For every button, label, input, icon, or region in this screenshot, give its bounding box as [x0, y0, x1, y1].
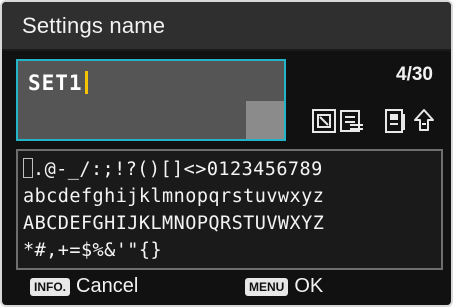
input-mode-icon[interactable]	[383, 108, 409, 134]
input-value-wrap: SET1	[28, 71, 88, 95]
char-row-lowercase[interactable]: abcdefghijklmnopqrstuvwxyz	[23, 183, 441, 210]
settings-name-screen: Settings name SET1 4/30 .@-_/:;!?()[]<>0…	[0, 0, 453, 307]
footer: INFO. Cancel MENU OK	[2, 272, 451, 305]
char-row-uppercase[interactable]: ABCDEFGHIJKLMNOPQRSTUVWXYZ	[23, 210, 441, 237]
insert-icon[interactable]	[339, 108, 365, 134]
input-scroll-thumb	[246, 101, 284, 139]
character-counter: 4/30	[396, 64, 433, 85]
char-row-special[interactable]: *#,+=$%&'"{}	[23, 237, 441, 264]
mode-icons	[311, 108, 441, 134]
screen-title: Settings name	[22, 13, 166, 38]
text-cursor	[84, 71, 88, 94]
info-key-badge: INFO.	[30, 277, 70, 296]
char-row-symbols-text: .@-_/:;!?()[]<>0123456789	[33, 159, 323, 180]
char-row-symbols[interactable]: .@-_/:;!?()[]<>0123456789	[23, 156, 441, 183]
ok-label: OK	[294, 275, 324, 297]
cancel-button[interactable]: INFO. Cancel	[30, 275, 138, 298]
case-toggle-icon[interactable]	[411, 108, 437, 134]
input-value: SET1	[28, 71, 83, 95]
character-palette[interactable]: .@-_/:;!?()[]<>0123456789 abcdefghijklmn…	[16, 149, 443, 270]
cancel-label: Cancel	[76, 275, 139, 297]
title-bar: Settings name	[2, 2, 451, 51]
menu-key-badge: MENU	[245, 277, 289, 296]
name-input-field[interactable]: SET1	[16, 59, 286, 141]
selected-char-box	[23, 158, 33, 178]
ok-button[interactable]: MENU OK	[245, 275, 323, 298]
delete-char-icon[interactable]	[311, 108, 337, 134]
